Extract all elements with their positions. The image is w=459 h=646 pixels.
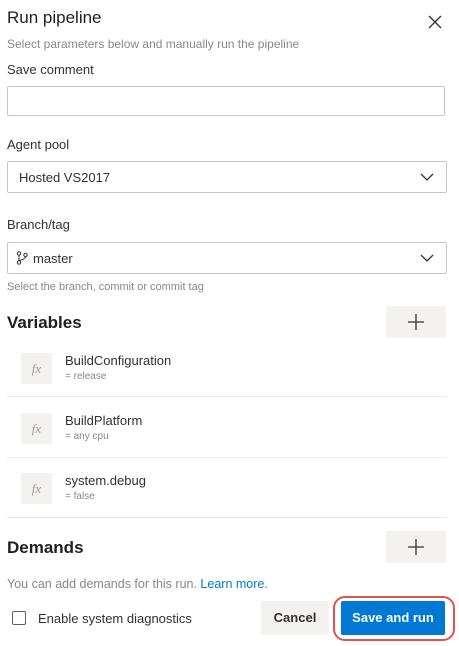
demands-description: You can add demands for this run. Learn … bbox=[7, 577, 268, 591]
variables-title: Variables bbox=[7, 313, 82, 332]
agent-pool-dropdown[interactable]: Hosted VS2017 bbox=[7, 161, 447, 193]
variable-row[interactable]: fx BuildPlatform = any cpu bbox=[7, 405, 447, 465]
fx-icon: fx bbox=[21, 413, 52, 444]
learn-more-link[interactable]: Learn more. bbox=[200, 577, 267, 591]
panel-subtitle: Select parameters below and manually run… bbox=[7, 37, 300, 51]
variable-row[interactable]: fx system.debug = false bbox=[7, 465, 447, 525]
agent-pool-value: Hosted VS2017 bbox=[19, 170, 111, 185]
fx-icon: fx bbox=[21, 473, 52, 504]
cancel-button[interactable]: Cancel bbox=[261, 601, 329, 635]
branch-dropdown[interactable]: master bbox=[7, 242, 447, 274]
demands-title: Demands bbox=[7, 538, 84, 557]
plus-icon bbox=[408, 314, 424, 330]
plus-icon bbox=[408, 539, 424, 555]
divider bbox=[7, 457, 447, 458]
add-variable-button[interactable] bbox=[386, 306, 446, 338]
demands-text: You can add demands for this run. bbox=[7, 577, 201, 591]
close-icon bbox=[428, 15, 442, 29]
variable-value: = false bbox=[65, 491, 95, 502]
system-diagnostics-checkbox[interactable] bbox=[12, 611, 26, 625]
variable-name: BuildConfiguration bbox=[65, 353, 172, 368]
variable-value: = any cpu bbox=[65, 431, 109, 442]
branch-label: Branch/tag bbox=[7, 217, 70, 232]
agent-pool-label: Agent pool bbox=[7, 137, 70, 152]
chevron-down-icon bbox=[420, 173, 434, 181]
variable-name: system.debug bbox=[65, 473, 146, 488]
branch-value: master bbox=[33, 251, 73, 266]
chevron-down-icon bbox=[420, 254, 434, 262]
add-demand-button[interactable] bbox=[386, 531, 446, 563]
branch-hint: Select the branch, commit or commit tag bbox=[7, 281, 204, 293]
variable-value: = release bbox=[65, 371, 107, 382]
branch-icon bbox=[16, 251, 28, 265]
save-and-run-button[interactable]: Save and run bbox=[341, 601, 445, 635]
divider bbox=[7, 517, 447, 518]
fx-icon: fx bbox=[21, 353, 52, 384]
divider bbox=[7, 396, 447, 397]
system-diagnostics-label: Enable system diagnostics bbox=[38, 611, 192, 626]
save-comment-label: Save comment bbox=[7, 62, 94, 77]
variable-name: BuildPlatform bbox=[65, 413, 143, 428]
save-comment-input[interactable] bbox=[7, 86, 445, 116]
panel-title: Run pipeline bbox=[7, 8, 102, 27]
close-button[interactable] bbox=[424, 11, 446, 33]
